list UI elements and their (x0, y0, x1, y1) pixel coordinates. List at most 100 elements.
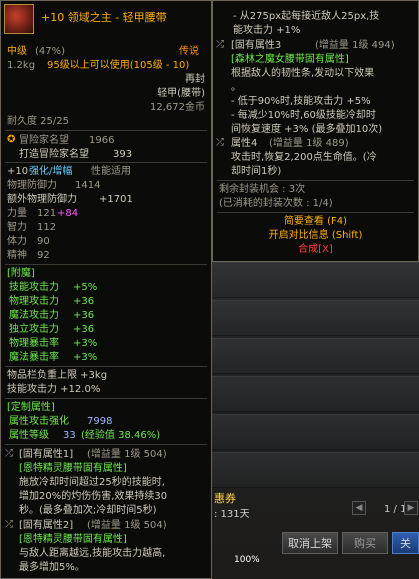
attr-4-title: 属性4 (231, 138, 258, 149)
seal-remaining: 剩余封装机会 : 3次 (219, 184, 306, 195)
fixed-attr-1-meta: (增益量 1级 504) (87, 449, 167, 460)
attr-4-desc: 攻击时,恢复2,200点生命值。(冷 (231, 152, 377, 163)
buy-button[interactable]: 购买 (342, 532, 388, 554)
compare-info-option[interactable]: 开启对比信息 (Shift) (213, 229, 418, 242)
fixed-attr-3-desc: - 低于90%时,技能攻击力 +5% (231, 96, 371, 107)
enchant-name: 魔法暴击率 (9, 352, 59, 363)
fixed-attr-3-title: [固有属性3 (231, 40, 282, 51)
divider (5, 162, 207, 163)
fixed-attr-1-desc: 施放冷却时间超过25秒的技能时, (19, 477, 165, 488)
swap-icon: ⤮ (5, 519, 13, 530)
close-button[interactable]: 关 (392, 532, 419, 554)
stat-value: 1414 (75, 180, 101, 191)
custom-attr-1-value: 7998 (87, 416, 113, 427)
enchant-value: +36 (73, 324, 95, 335)
divider (5, 264, 207, 265)
item-icon (4, 4, 34, 34)
item-grade-percent: (47%) (35, 46, 66, 57)
custom-attr-2-label: 属性等级 (9, 430, 49, 441)
divider (5, 444, 207, 445)
custom-attr-1-label: 属性攻击强化 (9, 416, 69, 427)
desc-line: - 从275px起每接近敌人25px,技 (233, 11, 380, 22)
fixed-attr-2-desc: 最多增加5%。 (19, 562, 85, 573)
fixed-attr-1-source: [恩特精灵腰带固有属性] (19, 463, 127, 474)
stat-name: 物理防御力 (7, 180, 57, 191)
list-row[interactable] (212, 300, 419, 336)
adventurer-fame-label: 冒险家名望 (19, 135, 69, 146)
enchant-value: +3% (73, 338, 98, 349)
enchant-value: +36 (73, 296, 95, 307)
fixed-attr-3-desc: 。 (231, 82, 241, 93)
item-price: 12,672金币 (150, 102, 205, 113)
enchant-title: [附魔] (7, 268, 35, 279)
compose-option[interactable]: 合成[X] (213, 243, 418, 256)
fixed-attr-2-source: [恩特精灵腰带固有属性] (19, 534, 127, 545)
item-rarity: 传说 (179, 46, 199, 57)
extra-skill-attack: 技能攻击力 +12.0% (7, 384, 101, 395)
attr-4-meta: (增益量 1级 489) (269, 138, 349, 149)
fixed-attr-2-title: [固有属性2] (19, 520, 74, 531)
enchant-name: 魔法攻击力 (9, 310, 59, 321)
attr-4-desc: 却时间1秒) (231, 166, 282, 177)
seal-used: (已消耗的封装次数 : 1/4) (219, 198, 333, 209)
enhance-label: 强化/增幅 (29, 166, 73, 177)
stat-name: 力量 (7, 208, 27, 219)
cancel-listing-button[interactable]: 取消上架 (282, 532, 338, 554)
divider (5, 398, 207, 399)
item-title: +10 领域之主 - 轻甲腰带 (41, 11, 167, 24)
fixed-attr-2-meta: (增益量 1级 504) (87, 520, 167, 531)
fixed-attr-3-meta: (增益量 1级 494) (315, 40, 395, 51)
percent-label: 100% (234, 555, 260, 565)
custom-title: [定制属性] (7, 402, 55, 413)
fixed-attr-1-desc: 秒。(最多叠加次;冷却时间5秒) (19, 505, 157, 516)
adventurer-fame-icon: ✪ (7, 134, 16, 145)
stat-name: 体力 (7, 236, 27, 247)
forge-fame-value: 393 (113, 149, 133, 160)
enhance-note: 性能适用 (91, 166, 131, 177)
divider (217, 212, 414, 213)
swap-icon: ⤮ (216, 39, 224, 50)
list-row[interactable] (212, 376, 419, 412)
stat-bonus: +84 (57, 208, 79, 219)
page-prev-icon[interactable]: ◀ (352, 501, 366, 515)
enchant-name: 独立攻击力 (9, 324, 59, 335)
enchant-name: 物理暴击率 (9, 338, 59, 349)
item-level-requirement: 95级以上可以使用(105级 - 10) (47, 60, 190, 71)
page-next-icon[interactable]: ▶ (404, 501, 418, 515)
item-tooltip-continued: - 从275px起每接近敌人25px,技 能攻击力 +1% ⤮ [固有属性3 (… (212, 0, 419, 262)
stat-value: 121 (37, 208, 57, 219)
item-trade-status: 再封 (185, 74, 205, 85)
simple-view-option[interactable]: 简要查看 (F4) (213, 215, 418, 228)
item-weight: 1.2kg (7, 60, 36, 71)
fixed-attr-1-title: [固有属性1] (19, 449, 74, 460)
enchant-value: +5% (73, 282, 98, 293)
stat-value: +1701 (99, 194, 133, 205)
swap-icon: ⤮ (216, 137, 224, 148)
divider (5, 130, 207, 131)
custom-attr-2-note: (经验值 38.46%) (81, 430, 161, 441)
adventurer-fame-value: 1966 (89, 135, 115, 146)
desc-line: 能攻击力 +1% (233, 25, 301, 36)
fixed-attr-3-desc: - 每减少10%时,60级技能冷却时 (231, 110, 376, 121)
swap-icon: ⤮ (5, 448, 13, 459)
fixed-attr-3-source: [森林之魔女腰带固有属性] (231, 54, 349, 65)
item-tooltip-panel: +10 领域之主 - 轻甲腰带 中级 (47%) 传说 1.2kg 95级以上可… (0, 0, 212, 579)
custom-attr-2-value: 33 (63, 430, 76, 441)
item-durability: 耐久度 25/25 (7, 116, 69, 127)
fixed-attr-3-desc: 间恢复速度 +3% (最多叠加10次) (231, 124, 383, 135)
extra-weight: 物品栏负重上限 +3kg (7, 370, 108, 381)
list-row[interactable] (212, 338, 419, 374)
forge-fame-label: 打造冒险家名望 (19, 149, 89, 160)
enchant-name: 物理攻击力 (9, 296, 59, 307)
item-grade: 中级 (7, 46, 27, 57)
days-remaining: : 131天 (214, 509, 250, 520)
stat-value: 92 (37, 250, 50, 261)
fixed-attr-1-desc: 增加20%的灼伤伤害,效果持续30 (19, 491, 168, 502)
stat-value: 90 (37, 236, 50, 247)
list-row[interactable] (212, 452, 419, 488)
divider (217, 180, 414, 181)
list-row[interactable] (212, 414, 419, 450)
list-row[interactable] (212, 262, 419, 298)
stat-name: 智力 (7, 222, 27, 233)
fixed-attr-2-desc: 与敌人距离越远,技能攻击力越高, (19, 548, 166, 559)
